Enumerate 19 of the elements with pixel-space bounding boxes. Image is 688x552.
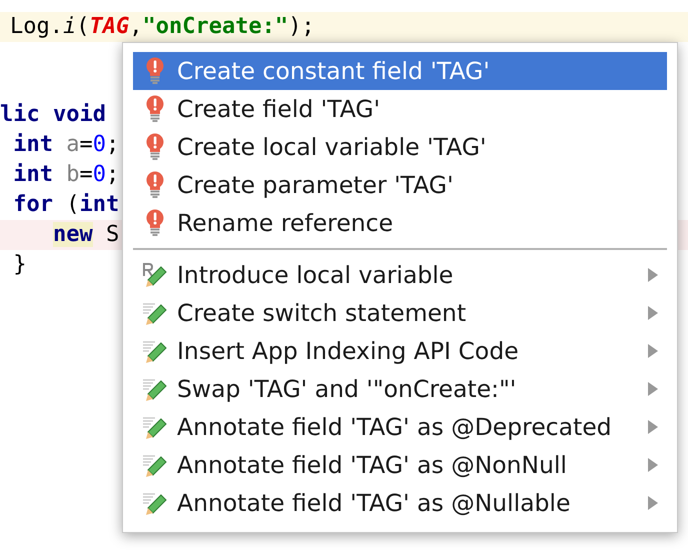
menu-item[interactable]: Swap 'TAG' and '"onCreate:"' xyxy=(133,370,667,408)
code-line: int a=0; xyxy=(12,131,120,159)
menu-item[interactable]: Annotate field 'TAG' as @Nullable xyxy=(133,484,667,522)
menu-item[interactable]: Introduce local variable xyxy=(133,256,667,294)
code-line: for (int xyxy=(12,191,120,219)
menu-item[interactable]: Create switch statement xyxy=(133,294,667,332)
menu-item[interactable]: Annotate field 'TAG' as @Deprecated xyxy=(133,408,667,446)
menu-item[interactable]: Create parameter 'TAG' xyxy=(133,166,667,204)
code-line: new S xyxy=(52,221,120,249)
code-line: lic void xyxy=(0,101,106,129)
code-line: int b=0; xyxy=(12,161,120,189)
menu-item[interactable]: Create field 'TAG' xyxy=(133,90,667,128)
menu-item[interactable]: Annotate field 'TAG' as @NonNull xyxy=(133,446,667,484)
menu-item[interactable]: Create local variable 'TAG' xyxy=(133,128,667,166)
refactor-pencil-icon xyxy=(143,261,167,289)
menu-item[interactable]: Create constant field 'TAG' xyxy=(133,52,667,90)
code-line: } xyxy=(12,251,26,279)
menu-item[interactable]: Insert App Indexing API Code xyxy=(133,332,667,370)
menu-item[interactable]: Rename reference xyxy=(133,204,667,242)
